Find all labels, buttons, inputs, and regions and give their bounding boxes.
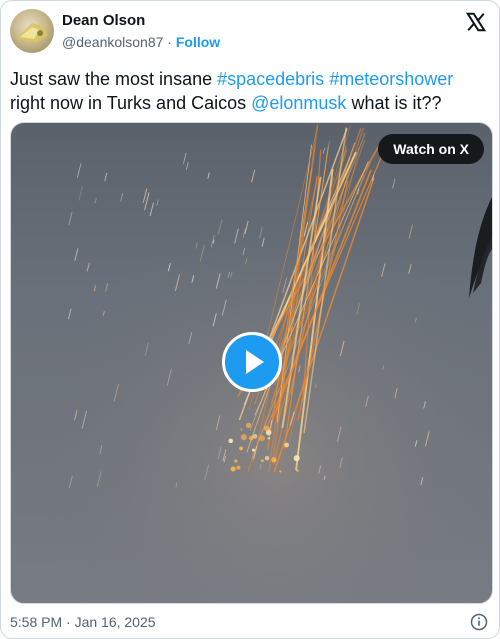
tweet-card: Dean Olson @deankolson87 · Follow Just s… (0, 0, 500, 639)
play-button[interactable] (222, 332, 282, 392)
tweet-text-segment: Just saw the most insane (10, 69, 218, 89)
tweet-text: Just saw the most insane #spacedebris #m… (10, 67, 490, 115)
author-name[interactable]: Dean Olson (62, 12, 145, 29)
author-handle[interactable]: @deankolson87 (62, 34, 163, 50)
handle-separator: · (163, 34, 176, 50)
follow-button[interactable]: Follow (176, 34, 220, 50)
watch-on-x-button[interactable]: Watch on X (378, 134, 484, 164)
tweet-link[interactable]: #spacedebris (217, 69, 324, 89)
avatar[interactable] (10, 9, 54, 53)
tweet-video[interactable]: Watch on X (10, 122, 493, 604)
x-logo-icon[interactable] (465, 11, 487, 33)
play-icon (246, 350, 264, 374)
tweet-link[interactable]: #meteorshower (329, 69, 453, 89)
tweet-text-segment: right now in Turks and Caicos (10, 93, 252, 113)
info-icon[interactable] (470, 613, 488, 631)
tweet-link[interactable]: @elonmusk (251, 93, 346, 113)
tweet-timestamp[interactable]: 5:58 PM · Jan 16, 2025 (10, 614, 156, 630)
tweet-text-segment: what is it?? (346, 93, 442, 113)
author-handle-line: @deankolson87 · Follow (62, 34, 220, 50)
